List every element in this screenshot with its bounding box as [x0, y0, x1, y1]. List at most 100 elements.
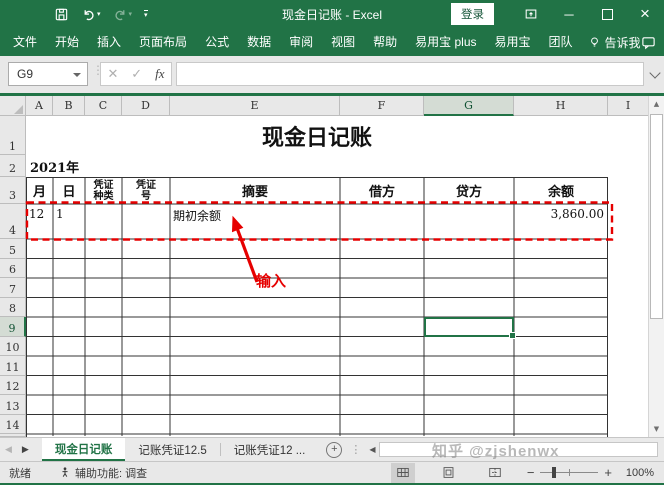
sheet-tab-cash-journal[interactable]: 现金日记账 [42, 438, 126, 461]
zoom-out-button[interactable]: − [521, 465, 541, 480]
vertical-scroll-thumb[interactable] [650, 114, 663, 319]
insert-function-button[interactable]: fx [155, 66, 164, 82]
cell-e4-summary[interactable]: 期初余额 [173, 207, 221, 224]
fill-handle[interactable] [509, 332, 516, 339]
formula-input[interactable] [176, 62, 644, 86]
header-balance[interactable]: 余额 [514, 177, 608, 204]
row-header-5[interactable]: 5 [0, 239, 26, 259]
row-header-13[interactable]: 13 [0, 395, 26, 415]
vertical-scrollbar[interactable]: ▲ ▼ [648, 96, 664, 437]
status-bar: 就绪 辅助功能: 调查 [0, 461, 664, 483]
login-button[interactable]: 登录 [451, 3, 494, 25]
column-header-a[interactable]: A [26, 96, 53, 116]
row-header-7[interactable]: 7 [0, 278, 26, 298]
sheet-nav-next-icon[interactable]: ▶ [17, 438, 34, 461]
cell-a4-month[interactable]: 12 [29, 207, 44, 221]
zoom-in-button[interactable]: + [598, 465, 618, 480]
comments-button[interactable] [641, 35, 656, 50]
row-header-3[interactable]: 3 [0, 177, 26, 204]
column-header-c[interactable]: C [85, 96, 122, 116]
name-box-dropdown-icon[interactable] [73, 73, 81, 77]
undo-icon [81, 7, 96, 22]
formula-buttons: ✕ ✓ fx [100, 62, 172, 86]
cell-b4-day[interactable]: 1 [56, 207, 64, 221]
row-header-12[interactable]: 12 [0, 376, 26, 396]
confirm-entry-button[interactable]: ✓ [131, 66, 142, 82]
save-button[interactable] [54, 7, 69, 22]
horizontal-scrollbar[interactable]: ◀ [365, 442, 658, 457]
row-header-11[interactable]: 11 [0, 356, 26, 376]
ribbon-tab-review[interactable]: 审阅 [280, 28, 322, 56]
row-header-2[interactable]: 2 [0, 155, 26, 177]
normal-view-button[interactable] [391, 463, 415, 483]
page-break-preview-button[interactable] [483, 463, 507, 483]
row-headers: 1 2 3 4 5 6 7 8 9 10 11 12 13 14 15 [0, 116, 26, 437]
redo-dropdown-caret[interactable]: ▾ [129, 11, 133, 18]
ribbon-tab-page-layout[interactable]: 页面布局 [130, 28, 196, 56]
sheet-tab-voucher-12-5[interactable]: 记账凭证12.5 [125, 438, 219, 461]
column-header-g-selected[interactable]: G [424, 96, 514, 116]
expand-formula-bar-icon[interactable] [649, 67, 660, 78]
ribbon-tab-home[interactable]: 开始 [46, 28, 88, 56]
new-sheet-button[interactable]: + [326, 442, 342, 458]
header-day[interactable]: 日 [53, 177, 85, 204]
row-header-9-selected[interactable]: 9 [0, 317, 26, 337]
row-header-8[interactable]: 8 [0, 298, 26, 318]
ribbon-display-options-icon [524, 7, 538, 21]
scroll-down-icon[interactable]: ▼ [649, 421, 664, 437]
row-header-10[interactable]: 10 [0, 337, 26, 357]
column-header-d[interactable]: D [122, 96, 170, 116]
minimize-button[interactable]: ─ [550, 0, 588, 28]
horizontal-scroll-track[interactable] [379, 442, 658, 457]
tell-me-button[interactable]: 告诉我 [588, 34, 641, 51]
ribbon-tab-file[interactable]: 文件 [4, 28, 46, 56]
title-bar: ▾ ▾ ▾ 现金日记账 - Excel 登录 ─ × [0, 0, 664, 28]
name-box[interactable]: G9 [8, 62, 88, 86]
ribbon-tab-yiyongbao[interactable]: 易用宝 [486, 28, 540, 56]
page-layout-view-button[interactable] [437, 463, 461, 483]
close-button[interactable]: × [626, 0, 664, 28]
row-header-6[interactable]: 6 [0, 259, 26, 279]
scroll-up-icon[interactable]: ▲ [649, 96, 664, 112]
ribbon-tab-data[interactable]: 数据 [238, 28, 280, 56]
active-cell-g9[interactable] [424, 317, 514, 337]
header-voucher-no[interactable]: 凭证号 [134, 180, 158, 202]
header-voucher-type[interactable]: 凭证种类 [92, 180, 116, 202]
redo-button[interactable]: ▾ [113, 7, 133, 22]
undo-dropdown-caret[interactable]: ▾ [97, 11, 101, 18]
row-header-14[interactable]: 14 [0, 415, 26, 435]
ribbon-tab-insert[interactable]: 插入 [88, 28, 130, 56]
ribbon-tab-yiyongbao-plus[interactable]: 易用宝 plus [406, 28, 485, 56]
ribbon-tab-help[interactable]: 帮助 [364, 28, 406, 56]
sheet-title-cell[interactable]: 现金日记账 [26, 116, 608, 155]
row-header-4[interactable]: 4 [0, 204, 26, 239]
zoom-slider[interactable] [540, 472, 598, 473]
sheet-tab-voucher-12[interactable]: 记账凭证12 ... [221, 438, 319, 461]
undo-button[interactable]: ▾ [81, 7, 101, 22]
zoom-level[interactable]: 100% [618, 467, 654, 479]
column-header-b[interactable]: B [53, 96, 85, 116]
ribbon-tab-team[interactable]: 团队 [540, 28, 582, 56]
cell-h4-balance[interactable]: 3,860.00 [514, 207, 604, 221]
hscroll-left-icon[interactable]: ◀ [365, 445, 379, 454]
accessibility-checker-button[interactable]: 辅助功能: 调查 [59, 465, 147, 481]
row-header-1[interactable]: 1 [0, 116, 26, 155]
customize-qat-button[interactable]: ▾ [144, 10, 148, 19]
ribbon-display-options-button[interactable] [512, 0, 550, 28]
ribbon-tab-formulas[interactable]: 公式 [196, 28, 238, 56]
maximize-button[interactable] [588, 0, 626, 28]
cancel-entry-button[interactable]: ✕ [107, 66, 118, 82]
sheet-nav-prev-icon[interactable]: ◀ [0, 438, 17, 461]
year-cell[interactable]: 2021年 [30, 155, 130, 177]
column-header-h[interactable]: H [514, 96, 608, 116]
header-debit[interactable]: 借方 [340, 177, 424, 204]
column-header-i[interactable]: I [608, 96, 648, 116]
header-summary[interactable]: 摘要 [170, 177, 340, 204]
zoom-slider-handle[interactable] [552, 467, 556, 478]
select-all-corner[interactable] [0, 96, 26, 116]
column-header-e[interactable]: E [170, 96, 340, 116]
header-month[interactable]: 月 [26, 177, 53, 204]
column-header-f[interactable]: F [340, 96, 424, 116]
ribbon-tab-view[interactable]: 视图 [322, 28, 364, 56]
header-credit[interactable]: 贷方 [424, 177, 514, 204]
